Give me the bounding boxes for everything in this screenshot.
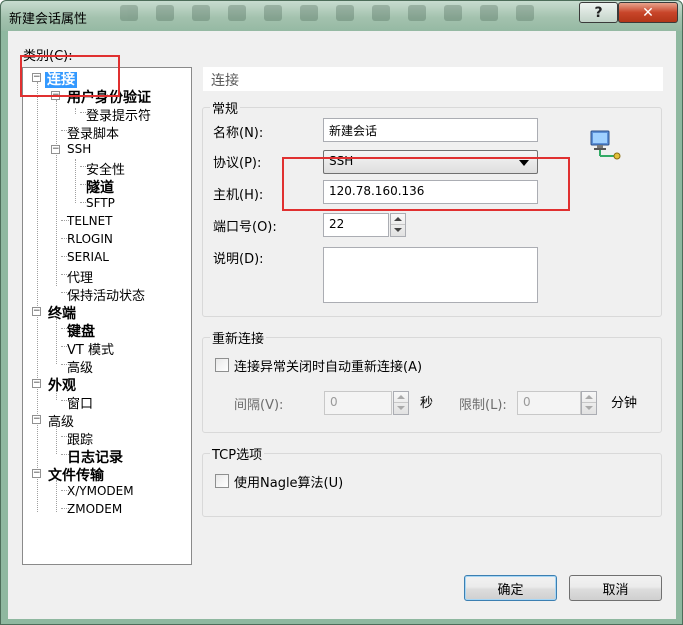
tree-item-security[interactable]: 安全性 bbox=[86, 159, 125, 178]
interval-input[interactable]: 0 bbox=[324, 391, 392, 415]
protocol-label: 协议(P): bbox=[213, 156, 262, 171]
tree-item-sftp[interactable]: SFTP bbox=[86, 196, 115, 210]
annotation-box-connection bbox=[20, 55, 120, 97]
tree-item-terminal[interactable]: 终端 bbox=[48, 303, 76, 323]
panel-header: 连接 bbox=[203, 67, 663, 91]
expander-terminal[interactable]: − bbox=[32, 307, 41, 316]
auto-reconnect-label[interactable]: 连接异常关闭时自动重新连接(A) bbox=[234, 356, 422, 375]
expander-appearance[interactable]: − bbox=[32, 379, 41, 388]
tree-item-tunnel[interactable]: 隧道 bbox=[86, 177, 114, 197]
reconnect-group bbox=[202, 337, 662, 433]
port-spinner[interactable] bbox=[390, 213, 406, 237]
name-label: 名称(N): bbox=[213, 126, 264, 141]
background-toolbar-ghost bbox=[111, 5, 581, 27]
limit-spinner[interactable] bbox=[581, 391, 597, 415]
description-label: 说明(D): bbox=[213, 252, 264, 267]
limit-unit: 分钟 bbox=[611, 396, 638, 411]
title-bar[interactable]: 新建会话属性 ? ✕ bbox=[1, 1, 682, 31]
port-spin-up-icon[interactable] bbox=[391, 214, 405, 225]
tree-item-window[interactable]: 窗口 bbox=[67, 393, 93, 412]
tcp-group-title: TCP选项 bbox=[210, 444, 265, 463]
port-spin-down-icon[interactable] bbox=[391, 225, 405, 236]
tree-item-advanced[interactable]: 高级 bbox=[48, 411, 74, 430]
interval-label: 间隔(V): bbox=[234, 398, 284, 413]
tree-item-appearance[interactable]: 外观 bbox=[48, 375, 76, 395]
expander-file-transfer[interactable]: − bbox=[32, 469, 41, 478]
port-input[interactable]: 22 bbox=[323, 213, 389, 237]
name-input[interactable]: 新建会话 bbox=[323, 118, 538, 142]
limit-spin-down-icon[interactable] bbox=[582, 403, 596, 414]
tree-item-rlogin[interactable]: RLOGIN bbox=[67, 232, 113, 246]
limit-input[interactable]: 0 bbox=[517, 391, 581, 415]
tree-item-proxy[interactable]: 代理 bbox=[67, 267, 93, 286]
tree-item-vt-mode[interactable]: VT 模式 bbox=[67, 339, 114, 358]
cancel-button[interactable]: 取消 bbox=[569, 575, 662, 601]
expander-advanced[interactable]: − bbox=[32, 415, 41, 424]
help-button[interactable]: ? bbox=[579, 2, 618, 23]
auto-reconnect-checkbox[interactable] bbox=[215, 358, 229, 372]
tree-item-login-script[interactable]: 登录脚本 bbox=[67, 123, 119, 142]
nagle-label[interactable]: 使用Nagle算法(U) bbox=[234, 472, 343, 491]
tree-item-file-transfer[interactable]: 文件传输 bbox=[48, 465, 104, 485]
window-title: 新建会话属性 bbox=[9, 12, 88, 27]
reconnect-group-title: 重新连接 bbox=[210, 328, 267, 347]
description-input[interactable] bbox=[323, 247, 538, 303]
expander-ssh[interactable]: − bbox=[51, 145, 60, 154]
interval-spin-down-icon[interactable] bbox=[394, 403, 408, 414]
ok-button[interactable]: 确定 bbox=[464, 575, 557, 601]
interval-unit: 秒 bbox=[420, 396, 434, 411]
nagle-checkbox[interactable] bbox=[215, 474, 229, 488]
limit-label: 限制(L): bbox=[459, 398, 507, 413]
tree-item-login-prompt[interactable]: 登录提示符 bbox=[86, 105, 151, 124]
tree-item-trace[interactable]: 跟踪 bbox=[67, 429, 93, 448]
host-label: 主机(H): bbox=[213, 188, 264, 203]
category-tree[interactable]: − − − − − − − 连接 用户身份验证 登录提示符 登录脚本 SSH 安… bbox=[22, 67, 192, 565]
interval-spinner[interactable] bbox=[393, 391, 409, 415]
annotation-box-host bbox=[282, 157, 570, 211]
tree-item-serial[interactable]: SERIAL bbox=[67, 250, 109, 264]
dialog-window: 新建会话属性 ? ✕ 类别(C): − − − − − − − 连接 用户身份验… bbox=[0, 0, 683, 625]
tree-item-zmodem[interactable]: ZMODEM bbox=[67, 502, 122, 516]
dialog-client-area: 类别(C): − − − − − − − 连接 用户身份验证 登录提示符 登录脚… bbox=[8, 31, 676, 619]
limit-spin-up-icon[interactable] bbox=[582, 392, 596, 403]
tree-item-ssh[interactable]: SSH bbox=[67, 142, 91, 156]
tree-item-xymodem[interactable]: X/YMODEM bbox=[67, 484, 134, 498]
tree-item-telnet[interactable]: TELNET bbox=[67, 214, 113, 228]
tree-item-keyboard[interactable]: 键盘 bbox=[67, 321, 95, 341]
interval-spin-up-icon[interactable] bbox=[394, 392, 408, 403]
port-label: 端口号(O): bbox=[213, 220, 277, 235]
general-group-title: 常规 bbox=[210, 98, 241, 117]
tree-item-log[interactable]: 日志记录 bbox=[67, 447, 123, 467]
network-computer-icon bbox=[590, 130, 621, 160]
tree-item-keepalive[interactable]: 保持活动状态 bbox=[67, 285, 145, 304]
close-button[interactable]: ✕ bbox=[618, 2, 678, 23]
tree-item-terminal-advanced[interactable]: 高级 bbox=[67, 357, 93, 376]
